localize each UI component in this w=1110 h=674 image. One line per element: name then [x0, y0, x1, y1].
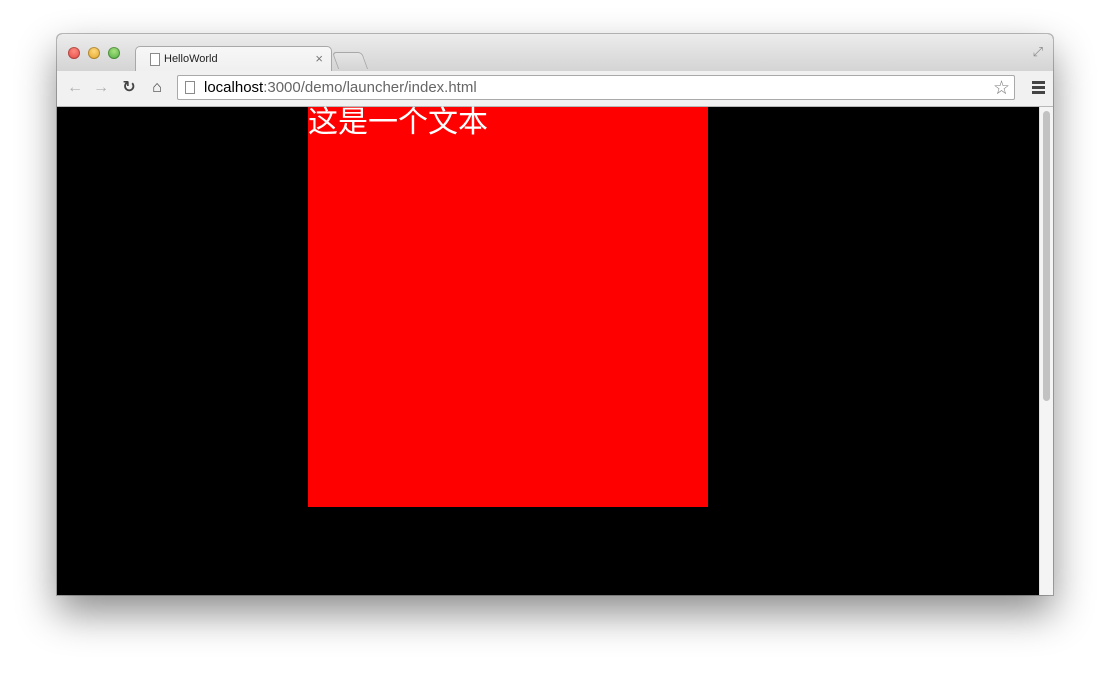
browser-window: HelloWorld × ⤢ ← → ↻ ⌂ localhost:3000/de…	[57, 34, 1053, 595]
new-tab-button[interactable]	[331, 52, 369, 69]
tab-helloworld[interactable]: HelloWorld ×	[135, 46, 332, 73]
home-icon[interactable]: ⌂	[146, 77, 168, 99]
vertical-scrollbar[interactable]	[1039, 107, 1053, 595]
browser-toolbar: ← → ↻ ⌂ localhost:3000/demo/launcher/ind…	[57, 71, 1053, 107]
scrollbar-thumb[interactable]	[1043, 111, 1050, 401]
page-viewport: 这是一个文本	[57, 107, 1039, 595]
url-text[interactable]: localhost:3000/demo/launcher/index.html	[204, 79, 477, 96]
reload-icon[interactable]: ↻	[118, 77, 140, 99]
back-arrow-icon[interactable]: ←	[64, 77, 86, 99]
page-icon	[185, 81, 195, 94]
box-text: 这是一个文本	[308, 105, 488, 140]
title-bar: HelloWorld × ⤢	[57, 34, 1053, 73]
menu-icon[interactable]	[1032, 81, 1045, 94]
tab-title: HelloWorld	[164, 53, 218, 65]
red-box: 这是一个文本	[308, 107, 708, 507]
close-window-button[interactable]	[68, 47, 80, 59]
url-host: localhost	[204, 79, 264, 96]
minimize-window-button[interactable]	[88, 47, 100, 59]
url-path: :3000/demo/launcher/index.html	[263, 79, 477, 96]
fullscreen-icon[interactable]: ⤢	[1033, 44, 1043, 60]
forward-arrow-icon[interactable]: →	[90, 77, 112, 99]
tab-close-icon[interactable]: ×	[315, 51, 323, 66]
document-icon	[150, 53, 160, 66]
bookmark-star-icon[interactable]: ☆	[993, 77, 1010, 100]
address-bar[interactable]: localhost:3000/demo/launcher/index.html …	[177, 75, 1015, 100]
zoom-window-button[interactable]	[108, 47, 120, 59]
